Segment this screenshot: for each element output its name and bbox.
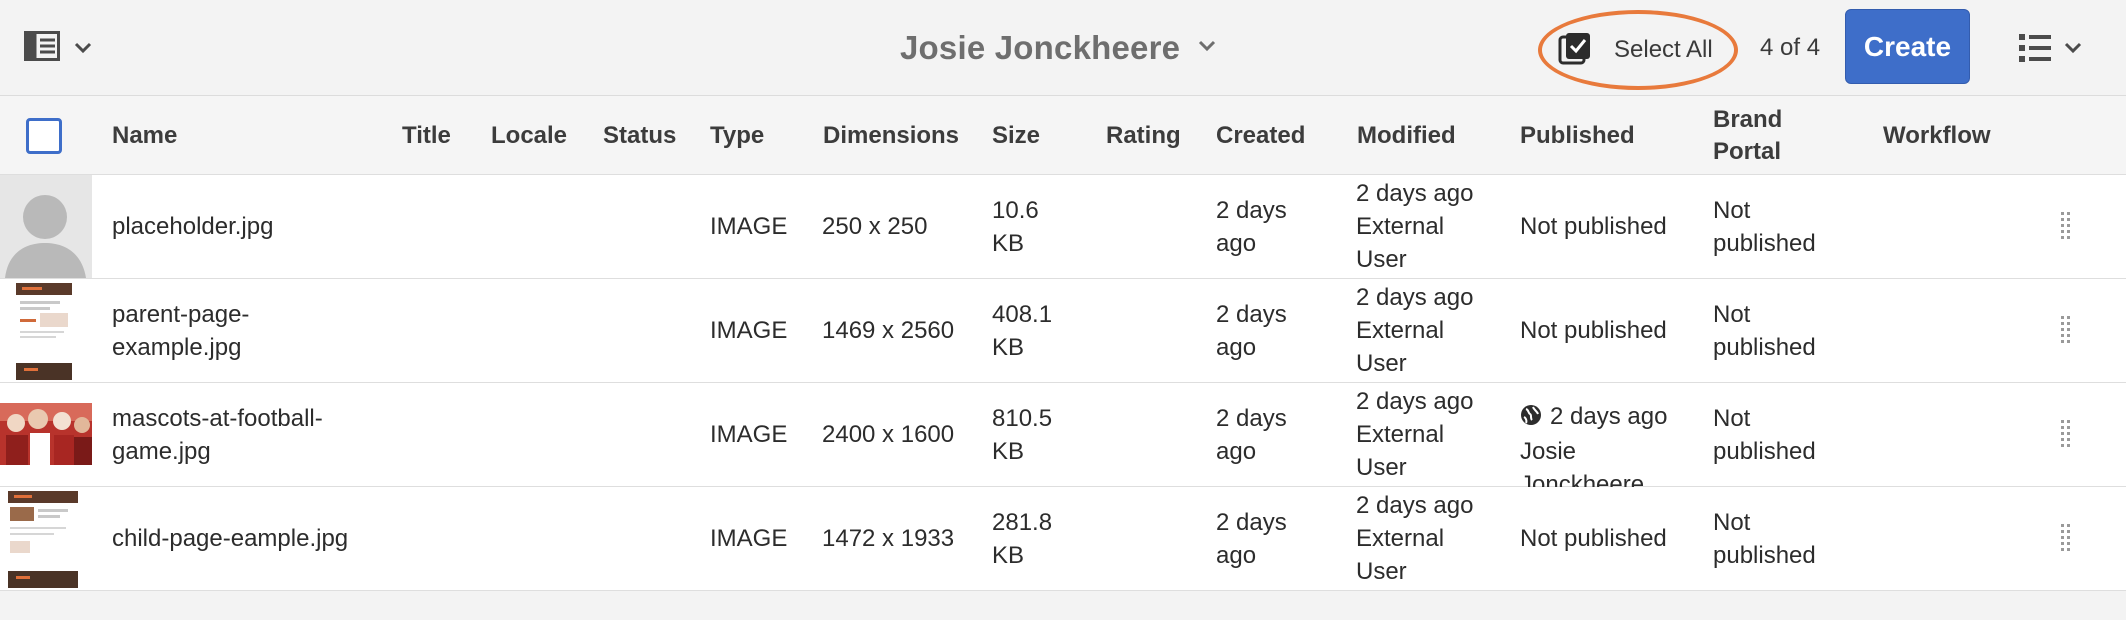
owner-name: Josie Jonckheere xyxy=(900,29,1181,66)
drag-handle-icon[interactable] xyxy=(2058,315,2072,345)
cell-size: 281.8 KB xyxy=(992,508,1053,569)
cell-dimensions: 2400 x 1600 xyxy=(822,421,955,448)
cell-created: 2 days ago xyxy=(1216,404,1287,465)
cell-name: parent-page- example.jpg xyxy=(112,300,250,361)
cell-brand-portal: Not published xyxy=(1713,508,1816,569)
column-header-workflow[interactable]: Workflow xyxy=(1883,96,1991,175)
selection-count: 4 of 4 xyxy=(1760,34,1821,61)
cell-name: placeholder.jpg xyxy=(112,213,274,240)
table-header: Name Title Locale Status Type Dimensions… xyxy=(0,96,2126,175)
chevron-down-icon xyxy=(1198,39,1216,57)
chevron-down-icon xyxy=(2064,41,2082,59)
select-all-checkbox[interactable] xyxy=(26,118,62,154)
mascots-photo-icon xyxy=(0,403,92,465)
column-header-size[interactable]: Size xyxy=(992,96,1040,175)
cell-created: 2 days ago xyxy=(1216,196,1287,257)
side-panel-icon xyxy=(24,30,60,66)
cell-brand-portal: Not published xyxy=(1713,196,1816,257)
cell-type: IMAGE xyxy=(710,213,788,240)
column-header-rating[interactable]: Rating xyxy=(1106,96,1181,175)
cell-dimensions: 250 x 250 xyxy=(822,213,928,240)
cell-published: Not published xyxy=(1520,525,1667,552)
cell-size: 810.5 KB xyxy=(992,404,1053,465)
cell-type: IMAGE xyxy=(710,421,788,448)
drag-handle-icon[interactable] xyxy=(2058,419,2072,449)
cell-name: child-page-eample.jpg xyxy=(112,525,349,552)
globe-icon xyxy=(1520,369,1542,435)
view-switcher[interactable] xyxy=(2018,28,2108,72)
select-all-label: Select All xyxy=(1614,36,1713,63)
column-header-dimensions[interactable]: Dimensions xyxy=(823,96,959,175)
drag-handle-icon[interactable] xyxy=(2058,523,2072,553)
cell-modified: 2 days ago External User xyxy=(1356,180,1474,273)
asset-thumbnail xyxy=(0,383,92,486)
action-bar: Josie Jonckheere Select All 4 of 4 Creat… xyxy=(0,0,2126,96)
column-header-modified[interactable]: Modified xyxy=(1357,96,1456,175)
cell-published: 2 days ago Josie Jonckheere xyxy=(1520,383,1668,498)
table-row[interactable]: child-page-eample.jpg IMAGE 1472 x 1933 … xyxy=(0,487,2126,591)
published-date: 2 days ago xyxy=(1550,402,1668,430)
list-view-icon xyxy=(2018,32,2052,69)
cell-size: 408.1 KB xyxy=(992,300,1053,361)
column-header-status[interactable]: Status xyxy=(603,96,676,175)
table-row[interactable]: placeholder.jpg IMAGE 250 x 250 10.6 KB … xyxy=(0,175,2126,279)
column-header-locale[interactable]: Locale xyxy=(491,96,567,175)
column-header-type[interactable]: Type xyxy=(710,96,764,175)
column-header-created[interactable]: Created xyxy=(1216,96,1305,175)
webpage-screenshot-icon xyxy=(16,283,72,380)
asset-thumbnail xyxy=(0,487,92,590)
placeholder-avatar-icon xyxy=(5,195,86,278)
cell-type: IMAGE xyxy=(710,317,788,344)
cell-brand-portal: Not published xyxy=(1713,300,1816,361)
cell-type: IMAGE xyxy=(710,525,788,552)
cell-dimensions: 1472 x 1933 xyxy=(822,525,955,552)
drag-handle-icon[interactable] xyxy=(2058,211,2072,241)
cell-created: 2 days ago xyxy=(1216,508,1287,569)
rail-toggle-button[interactable] xyxy=(24,26,124,70)
assets-list-table: Name Title Locale Status Type Dimensions… xyxy=(0,96,2126,591)
cell-size: 10.6 KB xyxy=(992,196,1039,257)
cell-modified: 2 days ago External User xyxy=(1356,388,1474,481)
owner-dropdown[interactable]: Josie Jonckheere xyxy=(900,24,1216,72)
cell-created: 2 days ago xyxy=(1216,300,1287,361)
cell-published: Not published xyxy=(1520,213,1667,240)
asset-thumbnail xyxy=(0,279,92,382)
asset-thumbnail xyxy=(0,175,92,278)
cell-modified: 2 days ago External User xyxy=(1356,284,1474,377)
column-header-published[interactable]: Published xyxy=(1520,96,1635,175)
cell-modified: 2 days ago External User xyxy=(1356,492,1474,585)
chevron-down-icon xyxy=(74,42,92,54)
column-header-brand-portal[interactable]: Brand Portal xyxy=(1713,96,1782,175)
webpage-screenshot-icon xyxy=(8,491,78,588)
table-row[interactable]: parent-page- example.jpg IMAGE 1469 x 25… xyxy=(0,279,2126,383)
select-all-button[interactable]: Select All xyxy=(1538,10,1738,90)
cell-dimensions: 1469 x 2560 xyxy=(822,317,955,344)
select-all-icon xyxy=(1558,31,1592,70)
cell-name: mascots-at-football- game.jpg xyxy=(112,404,323,465)
table-row[interactable]: mascots-at-football- game.jpg IMAGE 2400… xyxy=(0,383,2126,498)
column-header-title[interactable]: Title xyxy=(402,96,451,175)
create-button[interactable]: Create xyxy=(1845,9,1970,84)
cell-brand-portal: Not published xyxy=(1713,404,1816,465)
column-header-name[interactable]: Name xyxy=(112,96,177,175)
